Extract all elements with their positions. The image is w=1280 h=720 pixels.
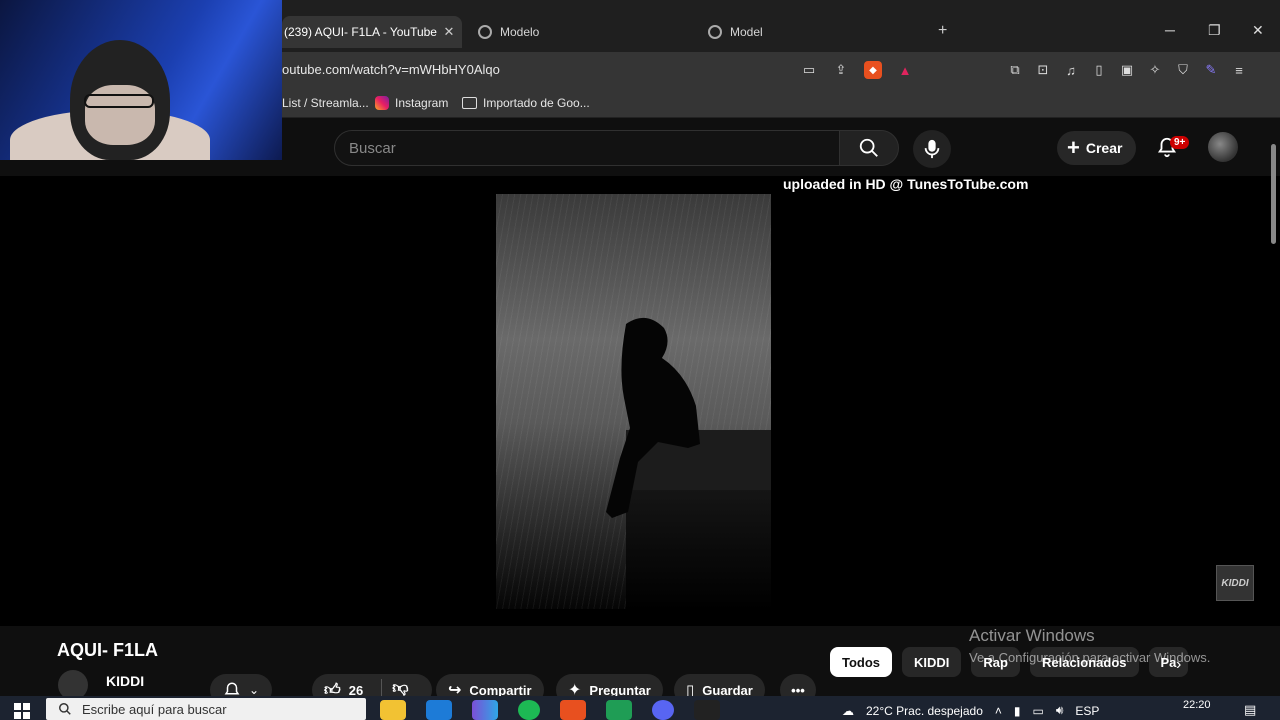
- pen-icon[interactable]: ✎: [1202, 61, 1220, 79]
- webcam-person-glasses: [84, 94, 154, 108]
- bookmark-label: Instagram: [395, 96, 449, 110]
- notification-center-icon[interactable]: ▤: [1244, 702, 1256, 718]
- search-button[interactable]: [839, 130, 899, 166]
- hooded-figure-image: [606, 317, 700, 518]
- chevron-down-icon: ⌄: [248, 683, 260, 697]
- cast-icon[interactable]: ▭: [800, 61, 818, 79]
- video-title: AQUI- F1LA: [57, 640, 158, 660]
- brave-shield-icon[interactable]: ◆: [864, 61, 882, 79]
- folder-icon: [462, 97, 477, 109]
- sidebar-icon[interactable]: ▯: [1090, 61, 1108, 79]
- music-icon[interactable]: ♫: [1062, 61, 1080, 79]
- webcam-overlay: [0, 0, 282, 160]
- plus-icon: +: [1067, 135, 1080, 160]
- bookmark-folder-imported[interactable]: Importado de Goo...: [462, 96, 590, 110]
- channel-name[interactable]: KIDDI: [106, 673, 144, 689]
- tab-model[interactable]: Model: [708, 16, 918, 48]
- voice-search-button[interactable]: [913, 130, 951, 168]
- search-input[interactable]: [335, 131, 839, 165]
- weather-icon[interactable]: ☁: [842, 704, 854, 718]
- volume-icon[interactable]: 🔊︎: [1056, 703, 1064, 718]
- network-icon[interactable]: ▭: [1033, 704, 1044, 718]
- globe-icon: [478, 25, 492, 39]
- mail-icon[interactable]: [426, 700, 452, 720]
- system-tray: ☁ 22°C Prac. despejado ˄ ▮ ▭ 🔊︎ ESP: [842, 703, 1099, 718]
- weather-text[interactable]: 22°C Prac. despejado: [866, 704, 983, 718]
- tray-chevron-up-icon[interactable]: ˄: [995, 704, 1002, 718]
- tab-youtube[interactable]: (239) AQUI- F1LA - YouTube ✕: [282, 16, 462, 48]
- wallet-icon[interactable]: ▣: [1118, 61, 1136, 79]
- excel-icon[interactable]: [606, 700, 632, 720]
- create-button[interactable]: + Crear: [1057, 131, 1137, 165]
- obs-icon[interactable]: [694, 700, 720, 720]
- activation-title: Activar Windows: [969, 626, 1095, 645]
- scrollbar-thumb[interactable]: [1271, 144, 1276, 244]
- search-icon: [859, 138, 878, 157]
- bookmark-label: Importado de Goo...: [483, 96, 590, 110]
- taskbar-search[interactable]: Escribe aquí para buscar: [46, 698, 366, 720]
- video-artwork: [496, 194, 771, 610]
- minimize-icon[interactable]: ─: [1165, 22, 1175, 38]
- window-close-icon[interactable]: ✕: [1252, 22, 1264, 39]
- tab-title: (239) AQUI- F1LA - YouTube: [284, 25, 437, 39]
- channel-watermark[interactable]: KIDDI: [1216, 565, 1254, 601]
- restore-icon[interactable]: ❐: [1208, 22, 1221, 39]
- bookmark-instagram[interactable]: Instagram: [375, 96, 448, 110]
- extensions-row: ⧉ ⊡ ♫ ▯ ▣ ✧ ⛉ ✎ ≡: [1006, 61, 1248, 79]
- video-overlay-text: uploaded in HD @ TunesToTube.com: [783, 176, 1029, 192]
- taskbar-apps: [380, 700, 720, 720]
- copilot-icon[interactable]: [472, 700, 498, 720]
- share-icon[interactable]: ⇪: [832, 61, 850, 79]
- vpn-icon[interactable]: ⛉: [1174, 61, 1192, 79]
- activation-subtitle: Ve a Configuración para activar Windows.: [969, 650, 1211, 665]
- screen: (239) AQUI- F1LA - YouTube ✕ Modelo Mode…: [0, 0, 1280, 720]
- windows-activation-watermark: Activar Windows Ve a Configuración para …: [969, 626, 1210, 665]
- search-icon: [59, 703, 71, 715]
- chip-todos[interactable]: Todos: [830, 647, 893, 677]
- brave-icon[interactable]: [560, 700, 586, 720]
- extensions-icon[interactable]: ⧉: [1006, 61, 1024, 79]
- tab-modelo[interactable]: Modelo: [478, 16, 688, 48]
- taskbar-clock[interactable]: 22:20: [1183, 699, 1211, 711]
- close-tab-icon[interactable]: ✕: [440, 24, 458, 40]
- file-explorer-icon[interactable]: [380, 700, 406, 720]
- chip-kiddi[interactable]: KIDDI: [902, 647, 962, 677]
- new-tab-icon[interactable]: +: [938, 22, 947, 40]
- discord-icon[interactable]: [652, 700, 674, 720]
- screenshot-icon[interactable]: ⊡: [1034, 61, 1052, 79]
- leo-ai-icon[interactable]: ✧: [1146, 61, 1164, 79]
- instagram-icon: [375, 96, 389, 110]
- watermark-label: KIDDI: [1221, 577, 1249, 589]
- page-scrollbar[interactable]: [1268, 124, 1278, 694]
- url-field[interactable]: outube.com/watch?v=mWHbHY0Alqo: [282, 62, 500, 77]
- windows-start-icon[interactable]: [14, 703, 30, 719]
- microphone-icon: [924, 139, 940, 159]
- mic-tray-icon[interactable]: ▮: [1014, 704, 1021, 718]
- taskbar-search-placeholder: Escribe aquí para buscar: [82, 701, 227, 717]
- omnibox-actions: ▭ ⇪ ◆ ▲: [800, 61, 914, 79]
- notification-badge: 9+: [1170, 136, 1190, 149]
- tab-title: Model: [730, 25, 763, 39]
- bookmark-streamlabs[interactable]: List / Streamla...: [282, 96, 369, 110]
- account-avatar[interactable]: [1208, 132, 1238, 162]
- globe-icon: [708, 25, 722, 39]
- clock-time: 22:20: [1183, 699, 1211, 711]
- tab-title: Modelo: [500, 25, 540, 39]
- search-box: [334, 130, 840, 166]
- spotify-icon[interactable]: [518, 700, 540, 720]
- create-label: Crear: [1085, 140, 1123, 156]
- menu-icon[interactable]: ≡: [1230, 61, 1248, 79]
- brave-rewards-icon[interactable]: ▲: [896, 61, 914, 79]
- language-indicator[interactable]: ESP: [1075, 704, 1099, 718]
